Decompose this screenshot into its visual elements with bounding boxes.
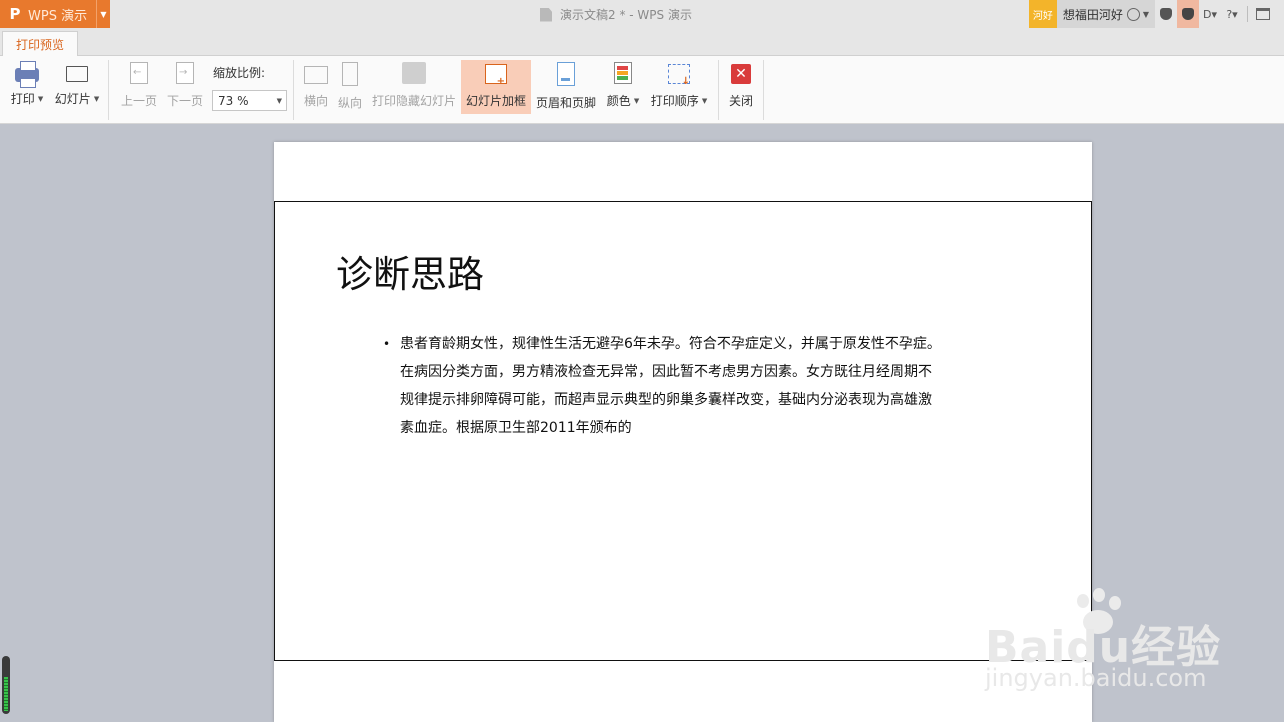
close-icon: ✕ bbox=[731, 64, 751, 84]
landscape-button[interactable]: 横向 bbox=[302, 60, 330, 114]
bullet-icon: • bbox=[383, 337, 391, 351]
print-hidden-slides-button[interactable]: 打印隐藏幻灯片 bbox=[370, 60, 458, 114]
slides-button[interactable]: 幻灯片 ▼ bbox=[53, 60, 101, 114]
print-order-button[interactable]: 打印顺序▼ bbox=[648, 60, 710, 114]
divider bbox=[293, 60, 294, 120]
tab-bar: 打印预览 bbox=[0, 28, 1284, 57]
prev-page-button[interactable]: 上一页 bbox=[119, 60, 159, 114]
slide-body-line: 素血症。根据原卫生部2011年颁布的 bbox=[400, 420, 632, 436]
print-preview-ribbon: 打印▼ 幻灯片▼ 上一页 下一页 缩放比例: 73 % ▼ 横向 纵向 打印隐藏… bbox=[0, 56, 1284, 124]
chevron-down-icon: ▼ bbox=[93, 94, 100, 103]
divider bbox=[763, 60, 764, 120]
scroll-indicator[interactable] bbox=[2, 656, 10, 714]
header-footer-label: 页眉和页脚 bbox=[535, 96, 596, 110]
divider bbox=[108, 60, 109, 120]
shield-icon bbox=[1160, 8, 1172, 20]
slide-body-text: 患者育龄期女性，规律性生活无避孕6年未孕。符合不孕症定义，并属于原发性不孕症。 … bbox=[400, 330, 990, 442]
user-avatar[interactable]: 河好 bbox=[1028, 0, 1057, 28]
print-order-icon bbox=[668, 64, 690, 87]
frame-icon bbox=[485, 64, 507, 87]
landscape-label: 横向 bbox=[303, 94, 328, 108]
slide-icon bbox=[66, 66, 88, 82]
chevron-down-icon: ▼ bbox=[701, 96, 708, 105]
color-icon bbox=[614, 62, 632, 84]
next-page-icon bbox=[176, 62, 194, 84]
portrait-button[interactable]: 纵向 bbox=[336, 60, 364, 114]
color-label: 颜色 bbox=[606, 94, 631, 108]
next-page-button[interactable]: 下一页 bbox=[165, 60, 205, 114]
wps-logo-icon: P bbox=[9, 5, 21, 23]
skin-button[interactable]: D▾ bbox=[1199, 0, 1221, 28]
title-bar: P WPS 演示 ▼ 演示文稿2 * - WPS 演示 河好 想福田河好 ▼ D… bbox=[0, 0, 1284, 28]
slide-body-line: 在病因分类方面，男方精液检查无异常，因此暂不考虑男方因素。女方既往月经周期不 bbox=[400, 364, 932, 380]
app-menu-dropdown-icon[interactable]: ▼ bbox=[96, 0, 110, 28]
baidu-watermark: Baidu经验 jingyan.baidu.com bbox=[985, 586, 1225, 696]
minimize-ribbon-button[interactable] bbox=[1252, 0, 1274, 28]
chevron-down-icon: ▼ bbox=[633, 96, 640, 105]
divider bbox=[1247, 6, 1248, 22]
slide-frame-button[interactable]: 幻灯片加框 bbox=[461, 60, 531, 114]
titlebar-right-controls: 河好 想福田河好 ▼ D▾ ?▾ bbox=[1028, 0, 1284, 28]
app-menu-button[interactable]: P WPS 演示 ▼ bbox=[0, 0, 110, 28]
prev-page-icon bbox=[130, 62, 148, 84]
chevron-down-icon: ▼ bbox=[276, 97, 282, 105]
window-title-text: 演示文稿2 * - WPS 演示 bbox=[560, 8, 692, 22]
app-name: WPS 演示 bbox=[28, 8, 88, 24]
divider bbox=[718, 60, 719, 120]
prev-page-label: 上一页 bbox=[120, 94, 157, 108]
slide-body-line: 规律提示排卵障碍可能，而超声显示典型的卵巢多囊样改变，基础内分泌表现为高雄激 bbox=[400, 392, 932, 408]
hidden-slide-icon bbox=[402, 62, 426, 84]
slide-frame-label: 幻灯片加框 bbox=[465, 94, 526, 108]
color-button[interactable]: 颜色 ▼ bbox=[603, 60, 643, 114]
printer-icon bbox=[15, 61, 39, 88]
user-name: 想福田河好 bbox=[1062, 7, 1123, 22]
crown-icon bbox=[1126, 7, 1140, 21]
close-label: 关闭 bbox=[728, 94, 753, 108]
document-icon bbox=[540, 7, 552, 22]
watermark-url: jingyan.baidu.com bbox=[985, 664, 1207, 692]
window-icon bbox=[1256, 8, 1270, 20]
chevron-down-icon: ▼ bbox=[37, 94, 44, 103]
tab-print-preview[interactable]: 打印预览 bbox=[2, 31, 78, 57]
landscape-icon bbox=[304, 66, 328, 84]
zoom-select[interactable]: 73 % ▼ bbox=[212, 90, 287, 111]
portrait-label: 纵向 bbox=[337, 96, 362, 110]
window-title: 演示文稿2 * - WPS 演示 bbox=[540, 6, 692, 23]
portrait-icon bbox=[342, 62, 358, 86]
slide-title: 诊断思路 bbox=[336, 253, 484, 296]
user-account-menu[interactable]: 想福田河好 ▼ bbox=[1056, 0, 1155, 28]
slides-label: 幻灯片 bbox=[54, 92, 91, 106]
print-label: 打印 bbox=[10, 92, 35, 106]
window-control[interactable] bbox=[1274, 0, 1284, 28]
zoom-label: 缩放比例: bbox=[213, 66, 266, 80]
close-preview-button[interactable]: ✕ 关闭 bbox=[725, 60, 757, 114]
header-footer-button[interactable]: 页眉和页脚 bbox=[534, 60, 598, 114]
shield-button[interactable] bbox=[1155, 0, 1177, 28]
header-footer-icon bbox=[557, 62, 575, 86]
chevron-down-icon: ▼ bbox=[1142, 9, 1149, 19]
slide-body-line: 患者育龄期女性，规律性生活无避孕6年未孕。符合不孕症定义，并属于原发性不孕症。 bbox=[400, 336, 941, 352]
zoom-value: 73 % bbox=[218, 93, 249, 108]
security-icon bbox=[1182, 8, 1194, 20]
next-page-label: 下一页 bbox=[166, 94, 203, 108]
print-hidden-label: 打印隐藏幻灯片 bbox=[371, 94, 456, 108]
print-order-label: 打印顺序 bbox=[650, 94, 699, 108]
help-button[interactable]: ?▾ bbox=[1221, 0, 1243, 28]
security-button[interactable] bbox=[1177, 0, 1199, 28]
print-button[interactable]: 打印 ▼ bbox=[8, 60, 46, 114]
